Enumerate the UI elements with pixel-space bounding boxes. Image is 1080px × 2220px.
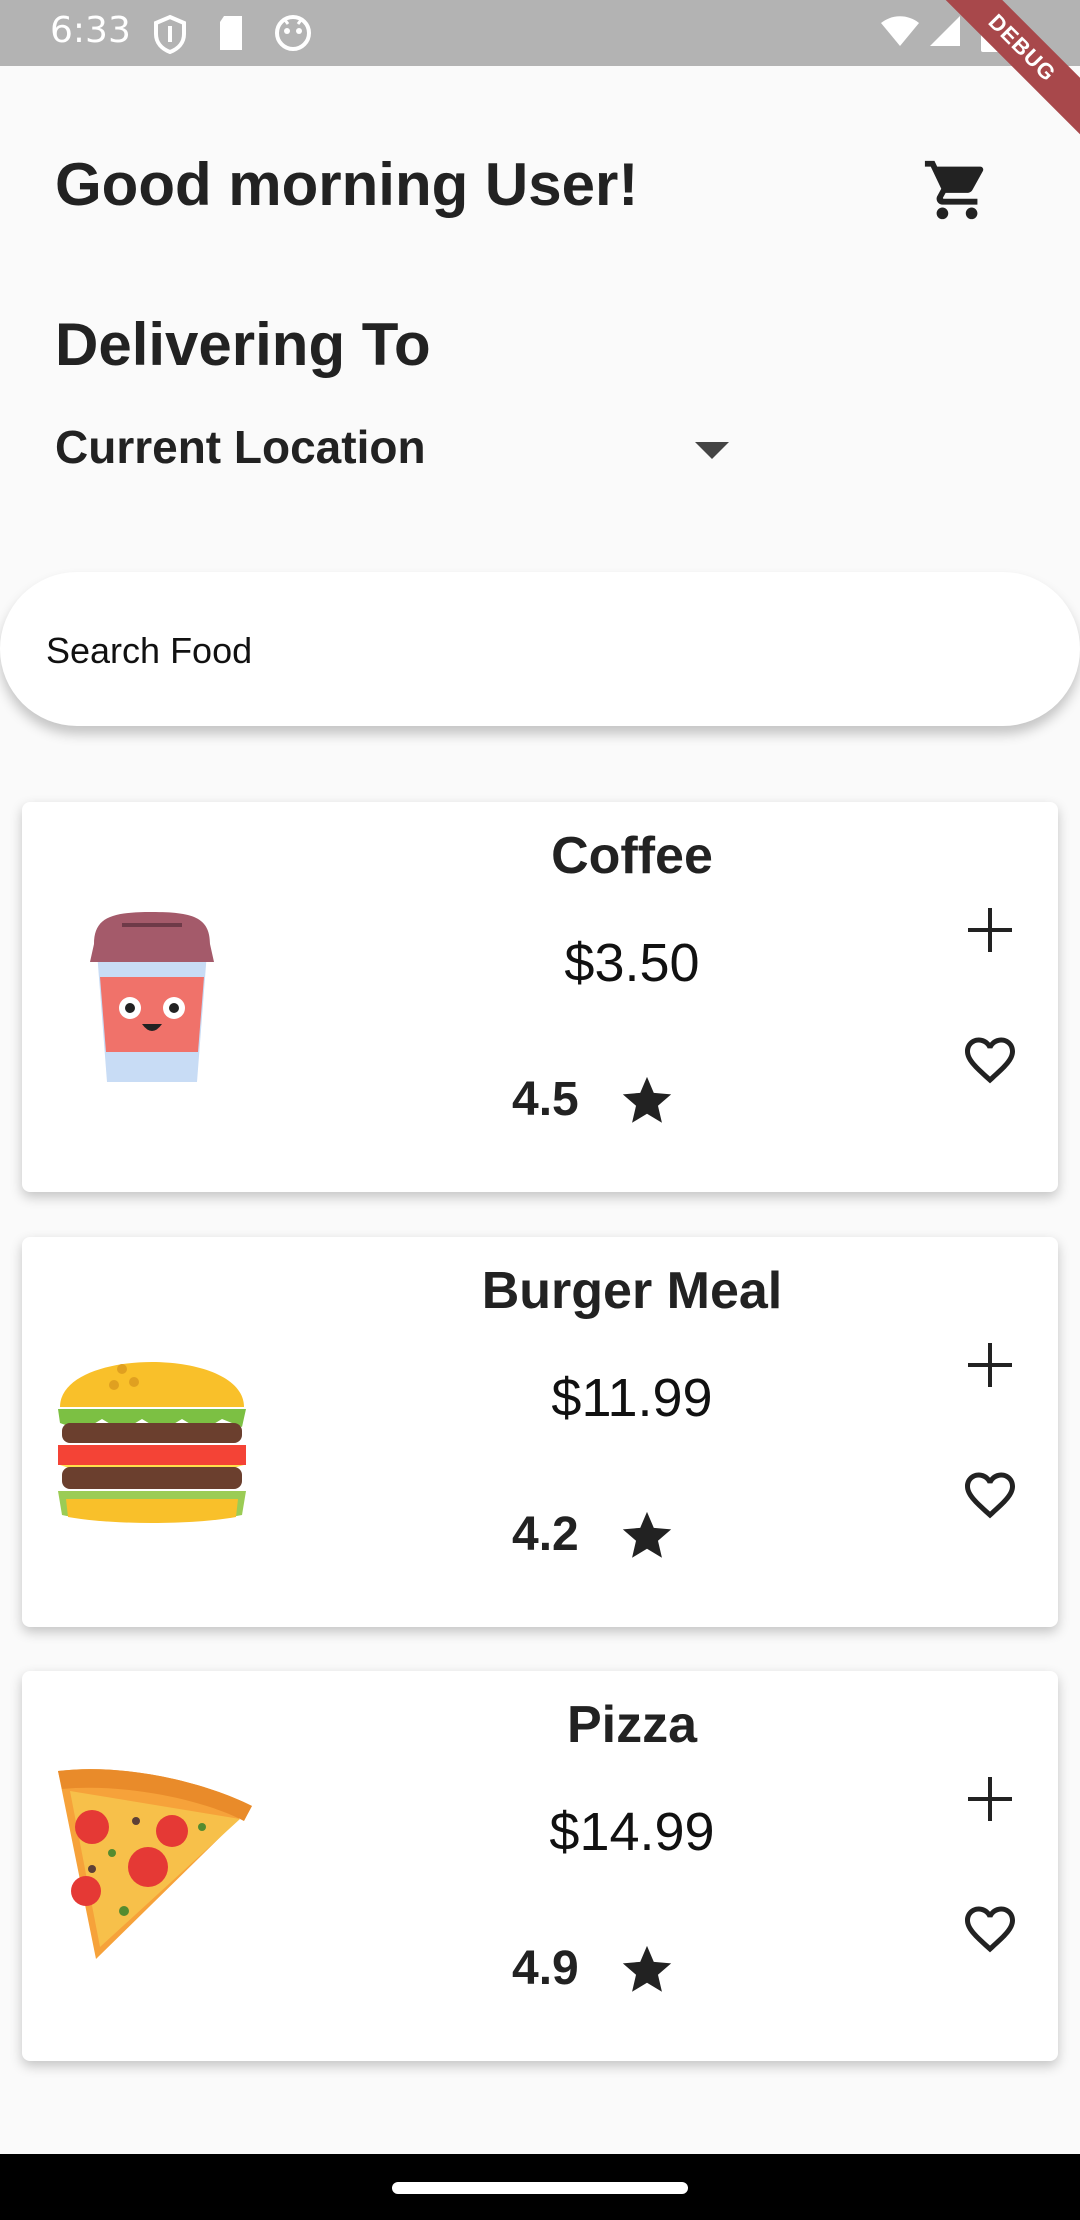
heart-outline-icon[interactable] [960, 1899, 1020, 1959]
location-dropdown[interactable]: Current Location [55, 420, 735, 482]
android-debug-icon [275, 15, 311, 51]
star-icon [622, 1511, 672, 1558]
system-navigation-bar [0, 2154, 1080, 2220]
food-card[interactable]: Burger Meal $11.99 4.2 [22, 1237, 1058, 1627]
plus-icon[interactable] [962, 1337, 1018, 1393]
cart-icon [924, 160, 984, 220]
heart-outline-icon[interactable] [960, 1030, 1020, 1090]
food-price: $14.99 [549, 1802, 715, 1862]
greeting-title: Good morning User! [55, 151, 639, 218]
search-input[interactable] [44, 622, 948, 680]
signal-icon [930, 16, 960, 46]
burger-image [58, 1362, 246, 1523]
shield-icon [154, 14, 186, 54]
rating-value: 4.2 [512, 1508, 579, 1561]
search-bar[interactable] [0, 572, 1080, 726]
dropdown-arrow-icon [695, 442, 729, 459]
star-icon [622, 1945, 672, 1992]
sd-card-icon [220, 16, 242, 50]
food-name: Pizza [566, 1696, 698, 1754]
wifi-icon [881, 16, 919, 46]
status-time: 6:33 [50, 10, 131, 51]
food-name: Coffee [551, 827, 713, 885]
coffee-cup-image [90, 912, 214, 1082]
food-name: Burger Meal [481, 1262, 783, 1320]
home-indicator[interactable] [392, 2182, 688, 2194]
rating-value: 4.5 [512, 1073, 579, 1126]
heart-outline-icon[interactable] [960, 1465, 1020, 1525]
food-card[interactable]: Coffee $3.50 4.5 [22, 802, 1058, 1192]
cart-button[interactable] [922, 155, 992, 225]
food-card[interactable]: Pizza $14.99 4.9 [22, 1671, 1058, 2061]
location-value: Current Location [55, 421, 426, 473]
plus-icon[interactable] [962, 1771, 1018, 1827]
rating-value: 4.9 [512, 1942, 579, 1995]
star-icon [622, 1076, 672, 1123]
food-price: $11.99 [551, 1368, 713, 1428]
food-price: $3.50 [564, 933, 700, 993]
plus-icon[interactable] [962, 902, 1018, 958]
pizza-slice-image [58, 1769, 252, 1959]
delivering-to-heading: Delivering To [55, 311, 431, 378]
status-bar: 6:33 [0, 0, 1080, 66]
